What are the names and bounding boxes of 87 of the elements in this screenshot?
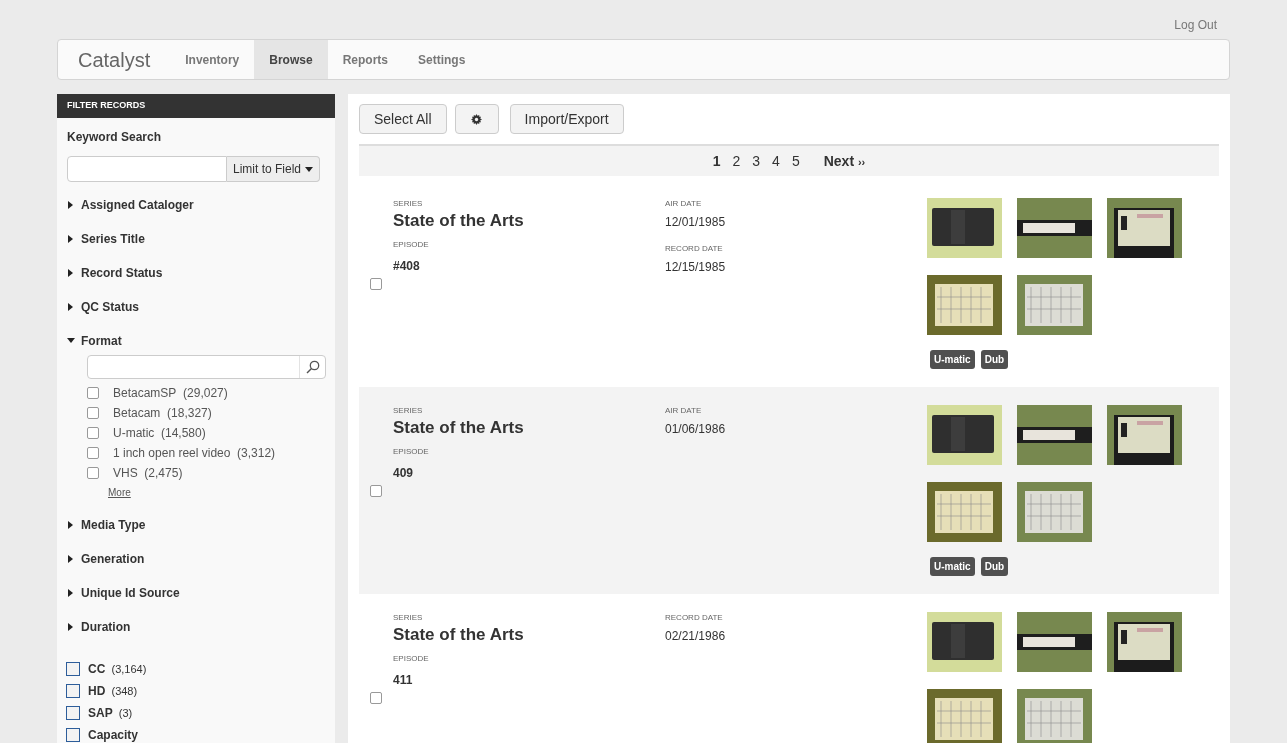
format-tag: U-matic <box>930 557 975 576</box>
format-tag: Dub <box>980 350 1009 369</box>
checkbox[interactable] <box>66 684 80 698</box>
field-label: EPISODE <box>393 653 430 665</box>
episode-number: 409 <box>393 465 415 482</box>
checkbox[interactable] <box>87 467 99 479</box>
facet-toggle[interactable]: Record Status <box>67 264 325 282</box>
series-title: State of the Arts <box>393 210 525 232</box>
caret-right-icon <box>67 235 75 243</box>
caret-right-icon <box>67 589 75 597</box>
facet-toggle[interactable]: Media Type <box>67 516 325 534</box>
caret-right-icon <box>67 623 75 631</box>
page-link[interactable]: 5 <box>791 150 800 172</box>
caret-right-icon <box>67 555 75 563</box>
caret-right-icon <box>67 303 75 311</box>
series-title: State of the Arts <box>393 417 525 439</box>
episode-number: 411 <box>393 672 414 689</box>
option-label: VHS (2,475) <box>113 465 183 482</box>
option-label: U-matic (14,580) <box>113 425 206 442</box>
field-label: SERIES <box>393 405 424 417</box>
logout-link[interactable]: Log Out <box>1174 16 1217 39</box>
option-label: BetacamSP (29,027) <box>113 385 228 402</box>
checkbox[interactable] <box>87 447 99 459</box>
checkbox[interactable] <box>66 706 80 720</box>
format-search-field[interactable] <box>87 355 326 379</box>
option-label: 1 inch open reel video (3,312) <box>113 445 276 462</box>
gear-icon <box>471 113 483 125</box>
date-value: 01/06/1986 <box>665 421 727 438</box>
field-label: AIR DATE <box>665 198 703 210</box>
format-tag: U-matic <box>930 350 975 369</box>
facet-toggle[interactable]: Unique Id Source <box>67 584 325 602</box>
next-link[interactable]: Next ›› <box>823 150 866 172</box>
facet-toggle[interactable]: Format <box>67 332 325 350</box>
option-label: Betacam (18,327) <box>113 405 212 422</box>
caret-right-icon <box>67 269 75 277</box>
facet-toggle[interactable]: QC Status <box>67 298 325 316</box>
nav-tab[interactable]: Settings <box>402 40 481 79</box>
caret-right-icon <box>67 201 75 209</box>
page-link[interactable]: 2 <box>732 150 741 172</box>
field-label: SERIES <box>393 198 424 210</box>
date-value: 12/15/1985 <box>665 259 727 276</box>
limit-to-field-button[interactable]: Limit to Field <box>227 156 321 182</box>
import-export-button[interactable]: Import/Export <box>509 104 624 134</box>
keyword-label: Keyword Search <box>67 129 163 146</box>
flag-label: Capacity <box>88 727 139 743</box>
page-link[interactable]: 3 <box>752 150 761 172</box>
field-label: AIR DATE <box>665 405 703 417</box>
facet-toggle[interactable]: Duration <box>67 618 325 636</box>
flag-label: SAP (3) <box>88 705 133 722</box>
sidebar-header: FILTER RECORDS <box>57 94 335 118</box>
checkbox[interactable] <box>87 387 99 399</box>
facet-toggle[interactable]: Assigned Cataloger <box>67 196 325 214</box>
search-icon <box>305 360 320 374</box>
facet-toggle[interactable]: Series Title <box>67 230 325 248</box>
checkbox[interactable] <box>87 427 99 439</box>
series-title: State of the Arts <box>393 624 525 646</box>
nav-tab[interactable]: Inventory <box>170 40 255 79</box>
date-value: 02/21/1986 <box>665 628 727 645</box>
more-link[interactable]: More <box>108 485 325 500</box>
field-label: SERIES <box>393 612 424 624</box>
facet-toggle[interactable]: Generation <box>67 550 325 568</box>
field-label: RECORD DATE <box>665 612 724 624</box>
nav-tab[interactable]: Browse <box>254 40 328 79</box>
format-tag: Dub <box>980 557 1009 576</box>
date-value: 12/01/1985 <box>665 214 727 231</box>
field-label: EPISODE <box>393 239 430 251</box>
field-label: RECORD DATE <box>665 243 724 255</box>
field-label: EPISODE <box>393 446 430 458</box>
checkbox[interactable] <box>66 728 80 742</box>
episode-number: #408 <box>393 258 421 275</box>
nav-tab[interactable]: Reports <box>327 40 403 79</box>
select-all-button[interactable]: Select All <box>359 104 447 134</box>
record-checkbox[interactable] <box>370 485 382 497</box>
record-checkbox[interactable] <box>370 692 382 704</box>
record-checkbox[interactable] <box>370 278 382 290</box>
settings-button[interactable] <box>454 104 499 134</box>
flag-label: CC (3,164) <box>88 661 147 678</box>
caret-down-icon <box>305 166 314 172</box>
caret-down-icon <box>67 337 75 345</box>
page-link[interactable]: 4 <box>772 150 780 172</box>
flag-label: HD (348) <box>88 683 138 700</box>
page-link[interactable]: 1 <box>712 150 721 172</box>
keyword-field[interactable] <box>67 156 227 182</box>
checkbox[interactable] <box>66 662 80 676</box>
checkbox[interactable] <box>87 407 99 419</box>
brand-name: Catalyst <box>77 47 152 73</box>
caret-right-icon <box>67 521 75 529</box>
